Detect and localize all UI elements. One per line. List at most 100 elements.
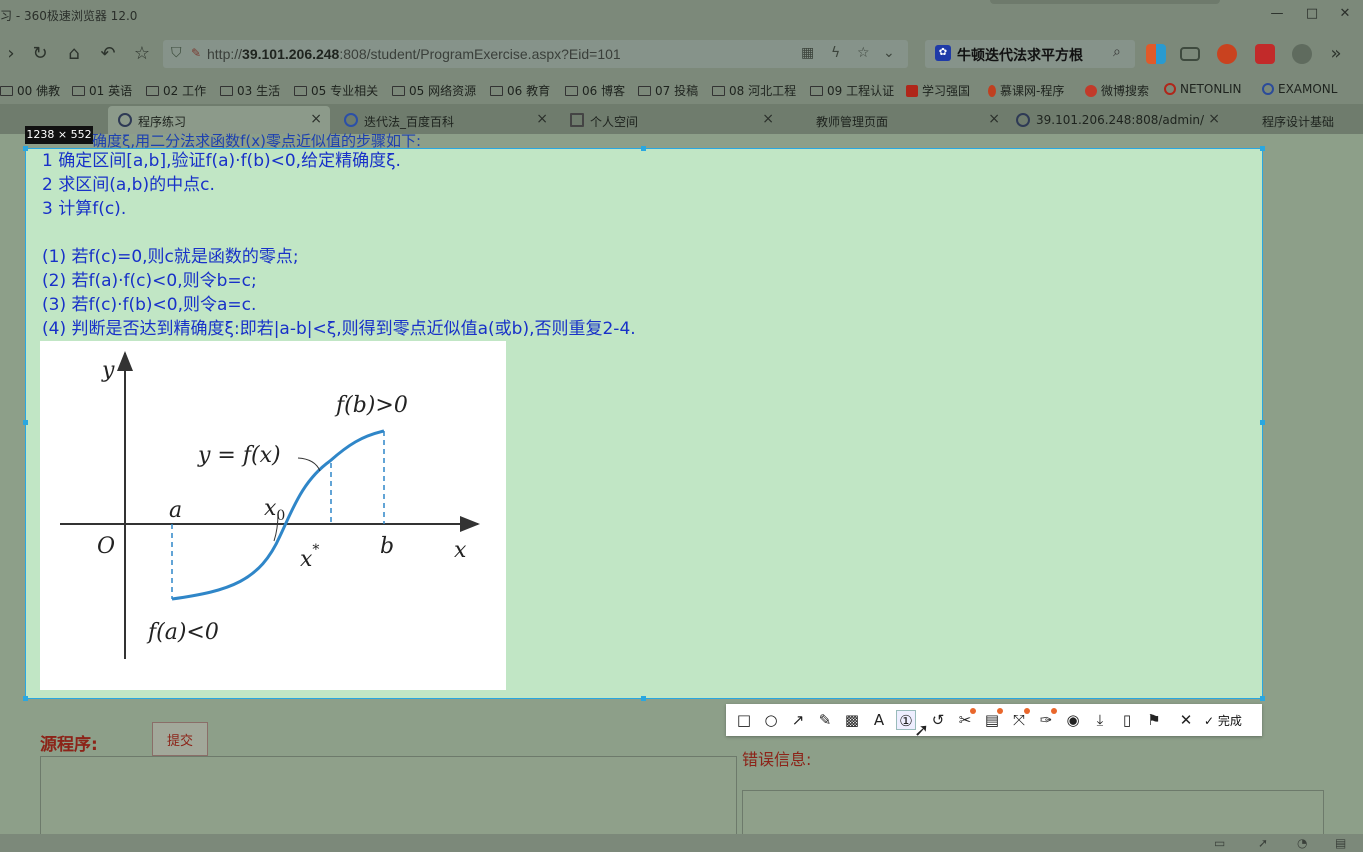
search-icon[interactable]: ⌕ [1113,44,1121,60]
tab-close-icon[interactable]: × [310,111,322,127]
maximize-icon[interactable]: □ [1297,6,1327,26]
bookmark-mooc[interactable]: 慕课网-程序 [988,82,1064,99]
resize-handle[interactable] [641,696,646,701]
tab-favicon-icon [118,113,132,127]
url-text[interactable]: http://39.101.206.248:808/student/Progra… [207,46,621,62]
search-box[interactable]: ✿ 牛顿迭代法求平方根 ⌕ [925,40,1135,68]
resize-handle[interactable] [641,146,646,151]
curve-label: y = f(x) [197,443,281,468]
resize-handle[interactable] [1260,696,1265,701]
tab-programming-basics[interactable]: 程序设计基础 [1232,106,1363,134]
lock-icon: ✎ [191,46,202,60]
step-line: (1) 若f(c)=0,则c就是函数的零点; [42,247,299,267]
bookmark-item[interactable]: 06 教育 [490,82,550,99]
mosaic-icon[interactable]: ▩ [842,710,862,730]
chevron-down-icon[interactable]: ⌄ [883,45,895,61]
search-query[interactable]: 牛顿迭代法求平方根 [957,45,1083,65]
cancel-icon[interactable]: ✕ [1176,710,1196,730]
ocr-icon[interactable]: ▤ [982,708,1003,730]
mail-icon[interactable] [1180,47,1200,61]
image-icon[interactable]: ▭ [1214,836,1225,850]
status-bar: ▭ ➚ ◔ ▤ [0,834,1363,852]
resize-handle[interactable] [23,420,28,425]
bookmark-item[interactable]: 03 生活 [220,82,280,99]
bookmark-examonline[interactable]: EXAMONL [1262,82,1337,96]
forward-icon[interactable]: › [0,43,22,65]
tab-close-icon[interactable]: × [762,111,774,127]
tab-label: 教师管理页面 [816,115,889,129]
qr-icon[interactable]: ▦ [801,45,814,61]
undo-icon[interactable]: ↺ [928,710,948,730]
close-window-icon[interactable]: ✕ [1330,6,1360,26]
bookmark-item[interactable]: 07 投稿 [638,82,698,99]
bookmark-item[interactable]: 05 网络资源 [392,82,476,99]
speed-icon[interactable]: ◔ [1297,836,1307,850]
resize-handle[interactable] [1260,146,1265,151]
weibo-app-icon[interactable] [1217,44,1237,64]
settings-gear-icon[interactable] [1292,44,1312,64]
address-bar[interactable]: ⛉ ✎ http://39.101.206.248:808/student/Pr… [163,40,908,68]
reload-icon[interactable]: ↻ [29,43,51,65]
tab-personal-space[interactable]: 个人空间 × [560,106,782,134]
xstar-label: x* [300,542,319,572]
bolt-icon[interactable]: ϟ [831,45,840,61]
source-code-input[interactable] [40,756,737,846]
download-icon[interactable]: ⤓ [1090,710,1110,730]
bookmark-item[interactable]: 09 工程认证 [810,82,894,99]
rect-icon[interactable]: □ [734,710,754,730]
new-badge [970,708,976,714]
tab-label: 迭代法_百度百科 [364,115,455,129]
resize-handle[interactable] [23,696,28,701]
pen-icon[interactable]: ✎ [815,710,835,730]
pin-icon[interactable]: ✑ [1036,708,1057,730]
origin-label: O [97,534,115,559]
arrow-icon[interactable]: ↗ [788,710,808,730]
number-icon[interactable]: ① [896,710,916,730]
x-axis-label: x [454,538,467,563]
bookmark-item[interactable]: 06 博客 [565,82,625,99]
bookmark-icon[interactable]: ⚑ [1144,710,1164,730]
star-icon[interactable]: ☆ [857,45,870,61]
text-icon[interactable]: A [869,710,889,730]
tab-close-icon[interactable]: × [536,111,548,127]
title-decoration [990,0,1220,4]
favorite-star-icon[interactable]: ☆ [131,43,153,65]
trash-icon[interactable]: ▤ [1335,836,1346,850]
baidu-paw-icon [344,113,358,127]
bookmark-netonline[interactable]: NETONLIN [1164,82,1242,96]
bookmark-xuexi[interactable]: 学习强国 [906,82,970,99]
windows-app-icon[interactable] [1146,44,1166,64]
bookmark-weibo[interactable]: 微博搜索 [1085,82,1149,99]
note-app-icon[interactable] [1255,44,1275,64]
expand-icon[interactable]: ⤧ [1009,708,1030,730]
bookmark-item[interactable]: 08 河北工程 [712,82,796,99]
page-icon [570,113,584,127]
minimize-icon[interactable]: — [1262,6,1292,26]
scissors-icon[interactable]: ✂ [955,708,976,730]
ellipse-icon[interactable]: ○ [761,710,781,730]
undo-close-icon[interactable]: ↶ [97,43,119,65]
fa-label: f(a)<0 [146,620,219,645]
new-badge [1024,708,1030,714]
bookmark-item[interactable]: 00 佛教 [0,82,60,99]
bookmark-item[interactable]: 05 专业相关 [294,82,378,99]
record-icon[interactable]: ◉ [1063,710,1083,730]
home-icon[interactable]: ⌂ [63,43,85,65]
done-button[interactable]: ✓ 完成 [1204,712,1242,729]
folder-icon [810,86,823,96]
submit-button[interactable]: 提交 [152,722,208,756]
bookmark-item[interactable]: 02 工作 [146,82,206,99]
resize-handle[interactable] [1260,420,1265,425]
bisection-steps: 1 确定区间[a,b],验证f(a)·f(b)<0,给定精确度ξ. 2 求区间(… [42,149,636,341]
bookmarks-bar: 00 佛教 01 英语 02 工作 03 生活 05 专业相关 05 网络资源 … [0,76,1363,104]
curve-leader-line [297,457,321,472]
tab-teacher-admin[interactable]: 教师管理页面 × [786,106,1008,134]
tab-admin[interactable]: 39.101.206.248:808/admin/ × [1006,106,1228,134]
tab-close-icon[interactable]: × [988,111,1000,127]
more-icon[interactable]: » [1325,43,1347,65]
resize-handle[interactable] [23,146,28,151]
phone-icon[interactable]: ▯ [1117,710,1137,730]
rocket-icon[interactable]: ➚ [1258,836,1268,850]
bookmark-item[interactable]: 01 英语 [72,82,132,99]
tab-close-icon[interactable]: × [1208,111,1220,127]
